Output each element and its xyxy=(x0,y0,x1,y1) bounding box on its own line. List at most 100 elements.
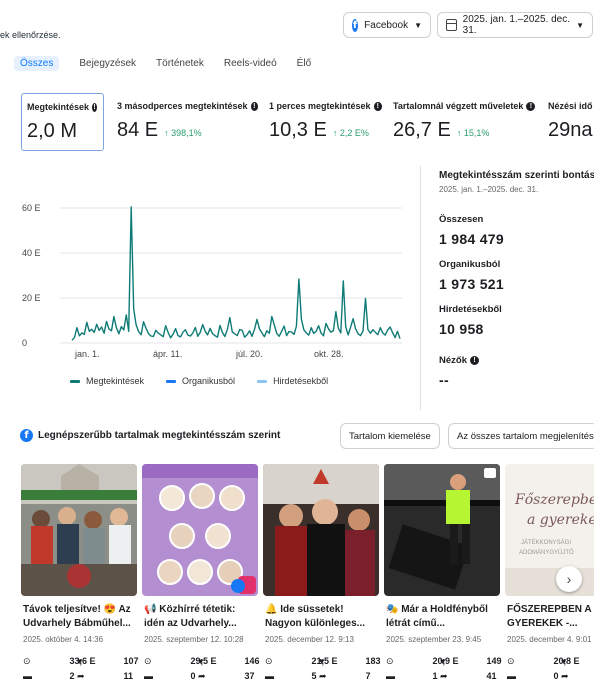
viewers-value: -- xyxy=(439,372,449,388)
content-thumbnail[interactable] xyxy=(384,464,500,596)
organic-label: Organikusból xyxy=(439,259,501,270)
comment-icon: ▬ xyxy=(507,671,516,681)
y-tick-label: 20 E xyxy=(22,293,41,303)
comments-count: 1 xyxy=(432,671,438,681)
metric-actions[interactable]: Tartalomnál végzett műveletek! 26,7 E ↑ 1… xyxy=(388,93,543,151)
y-tick-label: 60 E xyxy=(22,203,41,213)
content-date: 2025. szeptember 12. 10:28 xyxy=(144,635,244,644)
section-title: Legnépszerűbb tartalmak megtekintésszám … xyxy=(38,430,281,441)
metric-3s-views[interactable]: 3 másodperces megtekintések! 84 E ↑ 398,1… xyxy=(112,93,264,151)
date-range-dropdown[interactable]: 2025. jan. 1.–2025. dec. 31. ▼ xyxy=(437,12,593,38)
eye-icon: ⊙ xyxy=(386,656,394,666)
views-line-chart: 0 20 E 40 E 60 E jan. 1. ápr. 11. júl. 20. okt.… xyxy=(22,203,402,359)
metric-views[interactable]: Megtekintések! 2,0 M xyxy=(21,93,104,151)
total-label: Összesen xyxy=(439,214,484,225)
total-value: 1 984 479 xyxy=(439,231,504,247)
info-icon[interactable]: ! xyxy=(250,101,258,111)
heart-icon: ♥ xyxy=(319,656,325,666)
show-all-content-button[interactable]: Az összes tartalom megjelenítése xyxy=(448,423,594,449)
series-line-views xyxy=(71,206,401,341)
metric-label: Megtekintések xyxy=(27,102,90,112)
shares-count: 37 xyxy=(244,671,255,681)
heart-icon: ♥ xyxy=(561,656,567,666)
info-icon[interactable]: ! xyxy=(92,102,97,112)
legend-swatch xyxy=(166,379,177,383)
content-date: 2025. szeptember 23. 9:45 xyxy=(386,635,482,644)
metric-value: 10,3 E xyxy=(269,119,327,141)
y-tick-label: 0 xyxy=(22,338,27,348)
metric-delta: ↑ 15,1% xyxy=(456,128,490,138)
platform-dropdown[interactable]: f Facebook ▼ xyxy=(343,12,431,38)
top-bar: ek ellenőrzése. f Facebook ▼ 2025. jan. … xyxy=(0,0,594,42)
eye-icon: ⊙ xyxy=(265,656,273,666)
metric-1min-views[interactable]: 1 perces megtekintések! 10,3 E ↑ 2,2 E% xyxy=(264,93,388,151)
hint-text: ek ellenőrzése. xyxy=(0,30,61,40)
breakdown-title: Megtekintésszám szerinti bontás xyxy=(439,170,594,181)
shares-count: 11 xyxy=(123,671,134,681)
info-icon[interactable]: ! xyxy=(469,356,479,365)
date-range-label: 2025. jan. 1.–2025. dec. 31. xyxy=(462,14,570,36)
metric-label: 3 másodperces megtekintések xyxy=(117,101,248,111)
eye-icon: ⊙ xyxy=(23,656,31,666)
x-tick-label: okt. 28. xyxy=(314,349,344,359)
comments-count: 2 xyxy=(69,671,75,681)
highlight-content-button[interactable]: Tartalom kiemelése xyxy=(340,423,440,449)
facebook-icon: f xyxy=(352,18,359,32)
likes-count: 107 xyxy=(123,656,139,666)
overlay-line4: ADOMÁNYGYŰJTŐ xyxy=(519,549,574,556)
content-thumbnail[interactable] xyxy=(21,464,137,596)
share-icon: ➦ xyxy=(561,671,569,681)
metric-label: Nézési idő xyxy=(548,101,593,111)
breakdown-subtitle: 2025. jan. 1.–2025. dec. 31. xyxy=(439,185,539,194)
comments-count: 5 xyxy=(311,671,317,681)
shares-count: 41 xyxy=(486,671,497,681)
heart-icon: ♥ xyxy=(77,656,83,666)
ads-value: 10 958 xyxy=(439,321,484,337)
content-thumbnail[interactable] xyxy=(142,464,258,596)
metric-label: Tartalomnál végzett műveletek xyxy=(393,101,524,111)
viewers-label: Nézők xyxy=(439,355,467,366)
overlay-line2: a gyerekek xyxy=(527,512,594,528)
chevron-down-icon: ▼ xyxy=(414,20,422,30)
tab-posts[interactable]: Bejegyzések xyxy=(79,56,136,71)
content-thumbnail[interactable] xyxy=(263,464,379,596)
metric-watch-time[interactable]: Nézési idő 29na xyxy=(543,93,594,151)
legend-item[interactable]: Organikusból xyxy=(166,376,235,386)
info-icon[interactable]: ! xyxy=(373,101,382,111)
tab-reels[interactable]: Reels-videó xyxy=(224,56,277,71)
share-icon: ➦ xyxy=(319,671,327,681)
tab-stories[interactable]: Történetek xyxy=(156,56,204,71)
content-card[interactable]: Távok teljesítve! 😍 Az Udvarhely Bábműhe… xyxy=(21,464,139,684)
carousel-next-button[interactable]: › xyxy=(556,566,582,592)
legend-swatch xyxy=(257,379,268,383)
metric-label: 1 perces megtekintések xyxy=(269,101,371,111)
tab-all[interactable]: Összes xyxy=(14,56,60,71)
content-date: 2025. december 12. 9:13 xyxy=(265,635,354,644)
content-title: 🔔 Ide süssetek! Nagyon különleges... xyxy=(265,604,366,629)
legend-swatch xyxy=(70,379,80,383)
heart-icon: ♥ xyxy=(198,656,204,666)
comment-icon: ▬ xyxy=(386,671,395,681)
organic-value: 1 973 521 xyxy=(439,276,504,292)
tab-live[interactable]: Élő xyxy=(297,56,311,71)
info-icon[interactable]: ! xyxy=(526,101,536,111)
legend-label: Organikusból xyxy=(182,376,236,386)
legend-item[interactable]: Hirdetésekből xyxy=(257,376,328,386)
top-content-section-header: f Legnépszerűbb tartalmak megtekintésszá… xyxy=(20,420,594,450)
comment-icon: ▬ xyxy=(265,671,274,681)
content-card[interactable]: 🎭 Már a Holdfényből létrát című... 2025.… xyxy=(384,464,502,684)
content-date: 2025. december 4. 9:01 xyxy=(507,635,592,644)
content-card[interactable]: 🔔 Ide süssetek! Nagyon különleges... 202… xyxy=(263,464,381,684)
overlay-line3: JÁTÉKKONYSÁGI xyxy=(521,539,571,546)
facebook-icon: f xyxy=(20,429,33,442)
chevron-down-icon: ▼ xyxy=(576,20,584,30)
share-icon: ➦ xyxy=(440,671,448,681)
top-content-carousel: Távok teljesítve! 😍 Az Udvarhely Bábműhe… xyxy=(20,464,594,684)
legend-item[interactable]: Megtekintések xyxy=(70,376,144,386)
overlay-line1: Főszerepben xyxy=(514,492,594,508)
content-card[interactable]: 📢 Közhírré tétetik: idén az Udvarhely...… xyxy=(142,464,260,684)
likes-count: 149 xyxy=(486,656,502,666)
content-date: 2025. október 4. 14:36 xyxy=(23,635,104,644)
x-tick-label: jan. 1. xyxy=(74,349,100,359)
comment-icon: ▬ xyxy=(144,671,153,681)
